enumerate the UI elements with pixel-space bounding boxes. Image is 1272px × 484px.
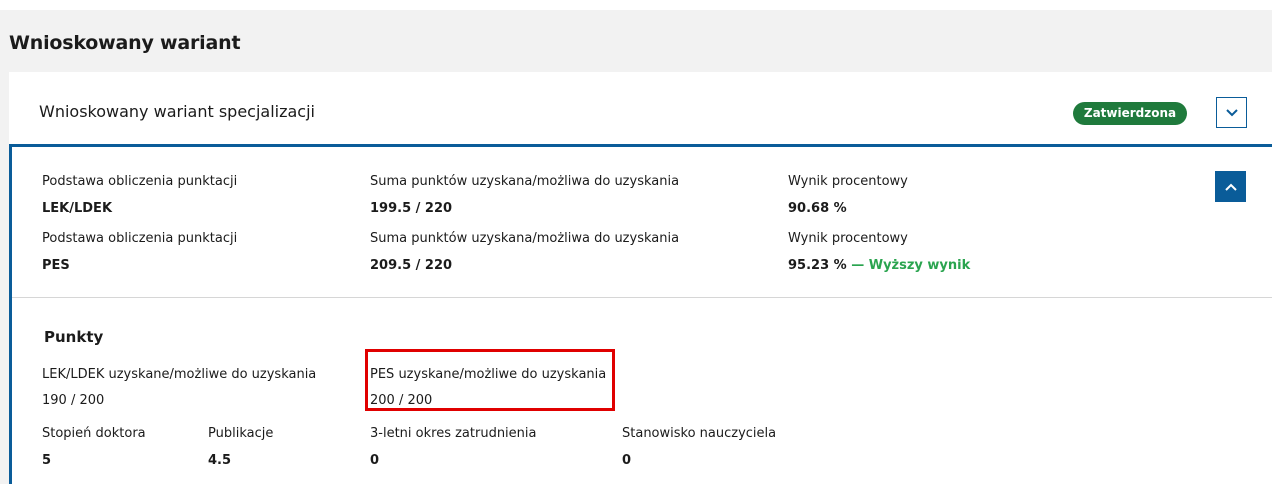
employment-label: 3-letni okres zatrudnienia (370, 426, 537, 441)
sum-label: Suma punktów uzyskana/możliwa do uzyskan… (370, 174, 680, 189)
doctor-degree-value: 5 (42, 453, 52, 468)
sum-label: Suma punktów uzyskana/możliwa do uzyskan… (370, 231, 680, 246)
highlight-annotation (365, 349, 615, 411)
teacher-position-value: 0 (622, 453, 632, 468)
basis-value: LEK/LDEK (42, 201, 113, 216)
pct-value-row: 95.23 % — Wyższy wynik (788, 258, 970, 273)
expand-button[interactable] (1215, 171, 1246, 202)
pct-label: Wynik procentowy (788, 174, 908, 189)
details-panel: Podstawa obliczenia punktacji LEK/LDEK S… (9, 144, 1272, 484)
points-title: Punkty (44, 328, 104, 346)
status-badge: Zatwierdzona (1073, 102, 1187, 125)
collapse-button[interactable] (1216, 97, 1247, 128)
pct-value: 95.23 % (788, 258, 847, 273)
pct-value: 90.68 % (788, 201, 847, 216)
pct-label: Wynik procentowy (788, 231, 908, 246)
publications-label: Publikacje (208, 426, 274, 441)
divider (12, 297, 1272, 298)
basis-label: Podstawa obliczenia punktacji (42, 174, 238, 189)
chevron-down-icon (1225, 108, 1238, 116)
higher-result-note: — Wyższy wynik (851, 258, 971, 273)
card-header[interactable]: Wnioskowany wariant specjalizacji Zatwie… (9, 72, 1272, 154)
lek-points-label: LEK/LDEK uzyskane/możliwe do uzyskania (42, 367, 317, 382)
chevron-up-icon (1224, 183, 1237, 191)
lek-points-value: 190 / 200 (42, 393, 105, 408)
sum-value: 199.5 / 220 (370, 201, 453, 216)
basis-label: Podstawa obliczenia punktacji (42, 231, 238, 246)
page-title: Wnioskowany wariant (9, 32, 241, 54)
card-title: Wnioskowany wariant specjalizacji (39, 102, 315, 121)
employment-value: 0 (370, 453, 380, 468)
publications-value: 4.5 (208, 453, 232, 468)
doctor-degree-label: Stopień doktora (42, 426, 146, 441)
sum-value: 209.5 / 220 (370, 258, 453, 273)
basis-value: PES (42, 258, 70, 273)
teacher-position-label: Stanowisko nauczyciela (622, 426, 777, 441)
